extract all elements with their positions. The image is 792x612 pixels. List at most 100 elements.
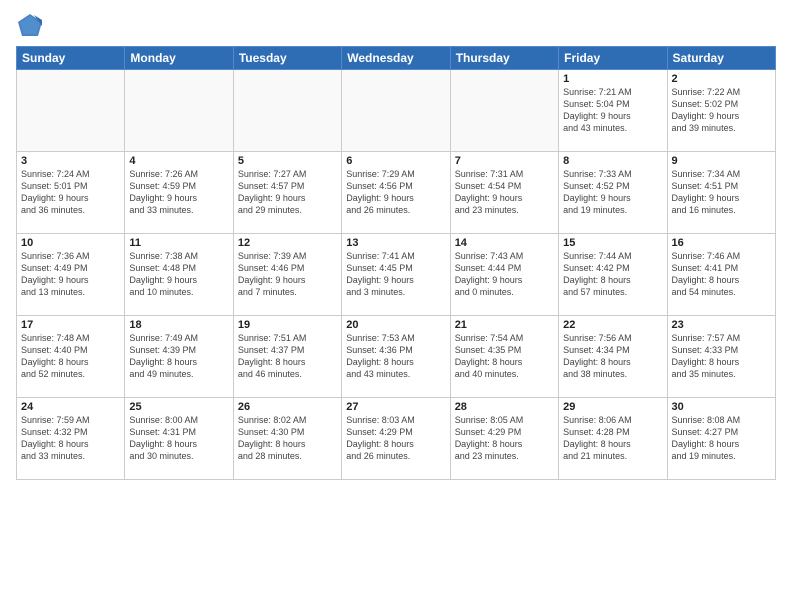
day-number: 22 <box>563 319 662 331</box>
weekday-header: Friday <box>559 47 667 70</box>
day-number: 28 <box>455 401 554 413</box>
calendar: SundayMondayTuesdayWednesdayThursdayFrid… <box>16 46 776 480</box>
calendar-cell: 8Sunrise: 7:33 AM Sunset: 4:52 PM Daylig… <box>559 152 667 234</box>
calendar-week-row: 10Sunrise: 7:36 AM Sunset: 4:49 PM Dayli… <box>17 234 776 316</box>
day-number: 17 <box>21 319 120 331</box>
weekday-header: Monday <box>125 47 233 70</box>
header <box>16 12 776 40</box>
weekday-header: Sunday <box>17 47 125 70</box>
calendar-week-row: 3Sunrise: 7:24 AM Sunset: 5:01 PM Daylig… <box>17 152 776 234</box>
calendar-cell: 16Sunrise: 7:46 AM Sunset: 4:41 PM Dayli… <box>667 234 775 316</box>
day-number: 30 <box>672 401 771 413</box>
day-info: Sunrise: 7:48 AM Sunset: 4:40 PM Dayligh… <box>21 332 120 381</box>
day-number: 1 <box>563 73 662 85</box>
day-info: Sunrise: 7:43 AM Sunset: 4:44 PM Dayligh… <box>455 250 554 299</box>
calendar-cell: 10Sunrise: 7:36 AM Sunset: 4:49 PM Dayli… <box>17 234 125 316</box>
day-info: Sunrise: 7:21 AM Sunset: 5:04 PM Dayligh… <box>563 86 662 135</box>
day-info: Sunrise: 7:38 AM Sunset: 4:48 PM Dayligh… <box>129 250 228 299</box>
day-info: Sunrise: 7:33 AM Sunset: 4:52 PM Dayligh… <box>563 168 662 217</box>
day-number: 27 <box>346 401 445 413</box>
calendar-cell: 28Sunrise: 8:05 AM Sunset: 4:29 PM Dayli… <box>450 398 558 480</box>
day-info: Sunrise: 7:59 AM Sunset: 4:32 PM Dayligh… <box>21 414 120 463</box>
day-info: Sunrise: 7:57 AM Sunset: 4:33 PM Dayligh… <box>672 332 771 381</box>
day-info: Sunrise: 7:54 AM Sunset: 4:35 PM Dayligh… <box>455 332 554 381</box>
calendar-cell: 21Sunrise: 7:54 AM Sunset: 4:35 PM Dayli… <box>450 316 558 398</box>
day-number: 10 <box>21 237 120 249</box>
day-number: 24 <box>21 401 120 413</box>
day-info: Sunrise: 7:34 AM Sunset: 4:51 PM Dayligh… <box>672 168 771 217</box>
day-number: 25 <box>129 401 228 413</box>
calendar-week-row: 17Sunrise: 7:48 AM Sunset: 4:40 PM Dayli… <box>17 316 776 398</box>
day-number: 21 <box>455 319 554 331</box>
day-info: Sunrise: 7:26 AM Sunset: 4:59 PM Dayligh… <box>129 168 228 217</box>
day-info: Sunrise: 8:03 AM Sunset: 4:29 PM Dayligh… <box>346 414 445 463</box>
calendar-cell: 23Sunrise: 7:57 AM Sunset: 4:33 PM Dayli… <box>667 316 775 398</box>
calendar-cell: 20Sunrise: 7:53 AM Sunset: 4:36 PM Dayli… <box>342 316 450 398</box>
calendar-cell: 27Sunrise: 8:03 AM Sunset: 4:29 PM Dayli… <box>342 398 450 480</box>
day-info: Sunrise: 8:00 AM Sunset: 4:31 PM Dayligh… <box>129 414 228 463</box>
day-number: 13 <box>346 237 445 249</box>
day-info: Sunrise: 8:05 AM Sunset: 4:29 PM Dayligh… <box>455 414 554 463</box>
calendar-cell: 12Sunrise: 7:39 AM Sunset: 4:46 PM Dayli… <box>233 234 341 316</box>
day-number: 7 <box>455 155 554 167</box>
calendar-cell: 7Sunrise: 7:31 AM Sunset: 4:54 PM Daylig… <box>450 152 558 234</box>
weekday-header: Wednesday <box>342 47 450 70</box>
calendar-cell: 14Sunrise: 7:43 AM Sunset: 4:44 PM Dayli… <box>450 234 558 316</box>
day-info: Sunrise: 7:27 AM Sunset: 4:57 PM Dayligh… <box>238 168 337 217</box>
day-info: Sunrise: 8:08 AM Sunset: 4:27 PM Dayligh… <box>672 414 771 463</box>
day-number: 6 <box>346 155 445 167</box>
day-number: 14 <box>455 237 554 249</box>
day-info: Sunrise: 7:49 AM Sunset: 4:39 PM Dayligh… <box>129 332 228 381</box>
calendar-cell: 9Sunrise: 7:34 AM Sunset: 4:51 PM Daylig… <box>667 152 775 234</box>
calendar-header-row: SundayMondayTuesdayWednesdayThursdayFrid… <box>17 47 776 70</box>
calendar-cell <box>233 70 341 152</box>
day-number: 15 <box>563 237 662 249</box>
day-info: Sunrise: 7:53 AM Sunset: 4:36 PM Dayligh… <box>346 332 445 381</box>
day-info: Sunrise: 7:31 AM Sunset: 4:54 PM Dayligh… <box>455 168 554 217</box>
calendar-cell: 2Sunrise: 7:22 AM Sunset: 5:02 PM Daylig… <box>667 70 775 152</box>
calendar-cell: 17Sunrise: 7:48 AM Sunset: 4:40 PM Dayli… <box>17 316 125 398</box>
calendar-cell: 22Sunrise: 7:56 AM Sunset: 4:34 PM Dayli… <box>559 316 667 398</box>
day-number: 26 <box>238 401 337 413</box>
calendar-cell: 29Sunrise: 8:06 AM Sunset: 4:28 PM Dayli… <box>559 398 667 480</box>
day-info: Sunrise: 8:02 AM Sunset: 4:30 PM Dayligh… <box>238 414 337 463</box>
day-info: Sunrise: 7:56 AM Sunset: 4:34 PM Dayligh… <box>563 332 662 381</box>
calendar-week-row: 1Sunrise: 7:21 AM Sunset: 5:04 PM Daylig… <box>17 70 776 152</box>
day-number: 2 <box>672 73 771 85</box>
day-number: 5 <box>238 155 337 167</box>
calendar-cell: 13Sunrise: 7:41 AM Sunset: 4:45 PM Dayli… <box>342 234 450 316</box>
calendar-cell: 11Sunrise: 7:38 AM Sunset: 4:48 PM Dayli… <box>125 234 233 316</box>
page: SundayMondayTuesdayWednesdayThursdayFrid… <box>0 0 792 612</box>
calendar-cell <box>342 70 450 152</box>
calendar-cell: 6Sunrise: 7:29 AM Sunset: 4:56 PM Daylig… <box>342 152 450 234</box>
weekday-header: Thursday <box>450 47 558 70</box>
weekday-header: Tuesday <box>233 47 341 70</box>
day-number: 20 <box>346 319 445 331</box>
day-info: Sunrise: 8:06 AM Sunset: 4:28 PM Dayligh… <box>563 414 662 463</box>
calendar-cell: 24Sunrise: 7:59 AM Sunset: 4:32 PM Dayli… <box>17 398 125 480</box>
logo-icon <box>16 12 44 40</box>
day-info: Sunrise: 7:39 AM Sunset: 4:46 PM Dayligh… <box>238 250 337 299</box>
calendar-cell: 15Sunrise: 7:44 AM Sunset: 4:42 PM Dayli… <box>559 234 667 316</box>
calendar-cell: 25Sunrise: 8:00 AM Sunset: 4:31 PM Dayli… <box>125 398 233 480</box>
day-info: Sunrise: 7:29 AM Sunset: 4:56 PM Dayligh… <box>346 168 445 217</box>
calendar-cell: 26Sunrise: 8:02 AM Sunset: 4:30 PM Dayli… <box>233 398 341 480</box>
day-number: 29 <box>563 401 662 413</box>
day-info: Sunrise: 7:46 AM Sunset: 4:41 PM Dayligh… <box>672 250 771 299</box>
calendar-cell: 30Sunrise: 8:08 AM Sunset: 4:27 PM Dayli… <box>667 398 775 480</box>
day-number: 19 <box>238 319 337 331</box>
day-number: 12 <box>238 237 337 249</box>
day-info: Sunrise: 7:36 AM Sunset: 4:49 PM Dayligh… <box>21 250 120 299</box>
calendar-cell: 19Sunrise: 7:51 AM Sunset: 4:37 PM Dayli… <box>233 316 341 398</box>
calendar-week-row: 24Sunrise: 7:59 AM Sunset: 4:32 PM Dayli… <box>17 398 776 480</box>
calendar-cell: 18Sunrise: 7:49 AM Sunset: 4:39 PM Dayli… <box>125 316 233 398</box>
day-info: Sunrise: 7:41 AM Sunset: 4:45 PM Dayligh… <box>346 250 445 299</box>
calendar-cell: 4Sunrise: 7:26 AM Sunset: 4:59 PM Daylig… <box>125 152 233 234</box>
day-info: Sunrise: 7:44 AM Sunset: 4:42 PM Dayligh… <box>563 250 662 299</box>
weekday-header: Saturday <box>667 47 775 70</box>
day-info: Sunrise: 7:24 AM Sunset: 5:01 PM Dayligh… <box>21 168 120 217</box>
logo <box>16 12 48 40</box>
day-number: 9 <box>672 155 771 167</box>
day-info: Sunrise: 7:22 AM Sunset: 5:02 PM Dayligh… <box>672 86 771 135</box>
day-number: 11 <box>129 237 228 249</box>
